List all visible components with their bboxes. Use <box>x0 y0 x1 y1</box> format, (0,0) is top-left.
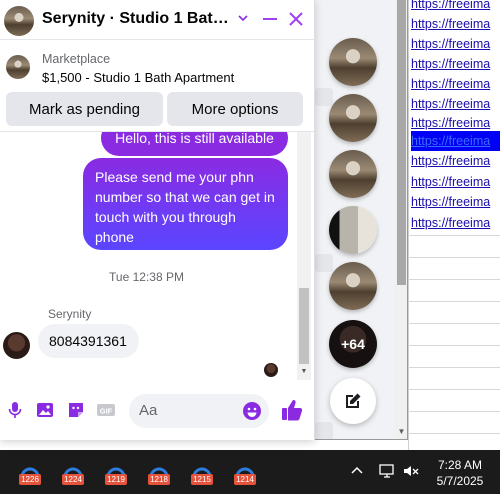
grid-line <box>408 323 500 324</box>
svg-text:GIF: GIF <box>100 407 113 416</box>
taskbar-badge: 1219 <box>105 474 127 485</box>
chevron-down-icon[interactable] <box>236 11 250 25</box>
more-chats-button[interactable]: +64 <box>329 320 377 368</box>
grid-line <box>408 433 500 434</box>
grid-line <box>408 235 500 236</box>
volume-muted-icon[interactable] <box>402 462 420 480</box>
thumbs-up-icon[interactable] <box>281 398 303 422</box>
grid-line <box>408 257 500 258</box>
compose-icon <box>346 393 361 408</box>
sender-avatar[interactable] <box>3 332 30 359</box>
message-timestamp: Tue 12:38 PM <box>109 270 184 284</box>
more-chats-count: +64 <box>341 336 365 352</box>
image-icon[interactable] <box>35 400 55 420</box>
chat-scrollbar-thumb[interactable] <box>299 288 309 364</box>
chat-head-apartment[interactable] <box>329 262 377 310</box>
listing-thumbnail[interactable] <box>6 55 30 79</box>
display-icon[interactable] <box>378 462 396 480</box>
seen-indicator-avatar <box>264 363 278 377</box>
message-input-placeholder: Aa <box>139 402 158 419</box>
grid-line <box>408 367 500 368</box>
incoming-message[interactable]: 8084391361 <box>38 324 139 358</box>
hyperlink-cell[interactable]: https://freeima <box>411 151 500 171</box>
grid-line <box>408 301 500 302</box>
listing-category: Marketplace <box>42 52 111 66</box>
new-message-button[interactable] <box>330 378 376 424</box>
taskbar-badge: 1218 <box>148 474 170 485</box>
more-options-button[interactable]: More options <box>167 92 303 126</box>
hyperlink-cell[interactable]: https://freeima <box>411 34 500 54</box>
outgoing-message[interactable]: Hello, this is still available <box>101 132 288 156</box>
outgoing-message[interactable]: Please send me your phn number so that w… <box>83 158 288 250</box>
taskbar-badge: 1226 <box>19 474 41 485</box>
hyperlink-cell-selected[interactable]: https://freeima <box>411 131 500 151</box>
chat-head-hallway[interactable] <box>329 206 377 254</box>
hyperlink-cell[interactable]: https://freeima <box>411 172 500 192</box>
chat-window: Serynity · Studio 1 Bath Ap... Marketpla… <box>0 0 315 440</box>
conversation-title[interactable]: Serynity · Studio 1 Bath Ap... <box>42 10 232 28</box>
hyperlink-cell[interactable]: https://freeima <box>411 213 500 233</box>
hyperlink-cell[interactable]: https://freeima <box>411 94 500 114</box>
minimize-icon[interactable] <box>262 10 278 28</box>
chat-head-apartment[interactable] <box>329 38 377 86</box>
chevron-up-icon[interactable] <box>348 462 366 480</box>
taskbar-badge: 1215 <box>191 474 213 485</box>
sender-name: Serynity <box>48 307 92 321</box>
microphone-icon[interactable] <box>5 400 25 420</box>
close-icon[interactable] <box>288 10 304 28</box>
grid-line <box>408 345 500 346</box>
clock-date: 5/7/2025 <box>436 474 484 488</box>
scroll-down-arrow-icon[interactable]: ▼ <box>299 368 309 376</box>
grid-line <box>408 279 500 280</box>
hyperlink-cell[interactable]: https://freeima <box>411 54 500 74</box>
chat-head-apartment[interactable] <box>329 94 377 142</box>
mark-as-pending-button[interactable]: Mark as pending <box>6 92 163 126</box>
listing-title[interactable]: $1,500 - Studio 1 Bath Apartment <box>42 70 234 85</box>
message-list[interactable]: Hello, this is still available Please se… <box>0 132 315 380</box>
conversation-avatar[interactable] <box>4 6 34 36</box>
clock-time: 7:28 AM <box>437 458 483 472</box>
hyperlink-cell[interactable]: https://freeima <box>411 74 500 94</box>
background-spreadsheet: https://freeima https://freeima https://… <box>408 0 500 450</box>
hyperlink-cell[interactable]: https://freeima <box>411 113 500 133</box>
taskbar-badge: 1224 <box>62 474 84 485</box>
grid-line <box>408 389 500 390</box>
gif-icon[interactable]: GIF <box>96 400 116 420</box>
column-divider <box>408 0 409 450</box>
hyperlink-cell[interactable]: https://freeima <box>411 14 500 34</box>
hyperlink-cell[interactable]: https://freeima <box>411 0 500 14</box>
chat-head-apartment[interactable] <box>329 150 377 198</box>
grid-line <box>408 411 500 412</box>
taskbar-badge: 1214 <box>234 474 256 485</box>
hyperlink-cell[interactable]: https://freeima <box>411 192 500 212</box>
sticker-icon[interactable] <box>66 400 86 420</box>
emoji-icon[interactable] <box>242 401 262 421</box>
system-clock[interactable]: 7:28 AM 5/7/2025 <box>424 457 496 489</box>
